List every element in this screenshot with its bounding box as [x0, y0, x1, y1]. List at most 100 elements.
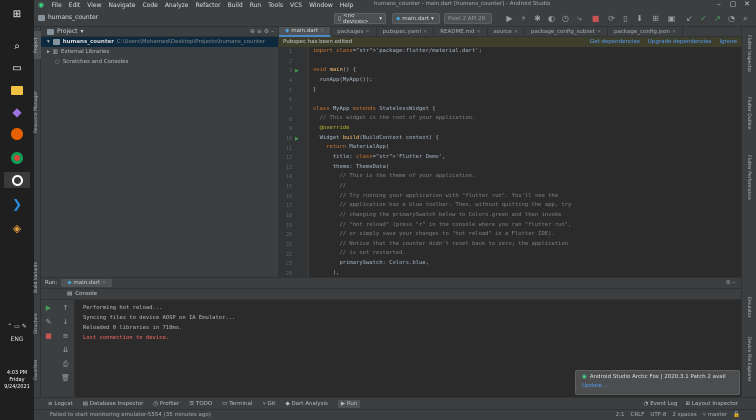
- tab-pubspec-yaml[interactable]: pubspec.yaml ✕: [377, 27, 435, 37]
- tab-readme[interactable]: README.md ✕: [434, 27, 488, 37]
- attach-debugger-icon[interactable]: ⤷: [574, 13, 585, 24]
- code-line[interactable]: class MyApp extends StatelessWidget {: [313, 105, 571, 115]
- code-line[interactable]: // or simply save your changes to "hot r…: [313, 230, 571, 240]
- status-message[interactable]: Failed to start monitoring emulator-5554…: [50, 412, 211, 418]
- rerun-icon[interactable]: ▶: [44, 304, 53, 313]
- tab-package-config-json[interactable]: package_config.json ✕: [608, 27, 684, 37]
- breadcrumb-project[interactable]: humans_counter: [48, 14, 98, 21]
- wrench-icon[interactable]: ✎: [44, 318, 53, 327]
- tool-tab-project[interactable]: Project: [34, 31, 41, 59]
- close-tab-icon[interactable]: ✕: [476, 29, 480, 35]
- tool-run[interactable]: ▶ Run: [337, 399, 361, 408]
- code-line[interactable]: title: class="str">'Flutter Demo',: [313, 153, 571, 163]
- vscode-icon[interactable]: ❯: [9, 196, 25, 212]
- profile-icon[interactable]: ◷: [560, 13, 571, 24]
- tab-source[interactable]: source ✕: [488, 27, 526, 37]
- minimize-icon[interactable]: –: [712, 0, 726, 8]
- menu-view[interactable]: View: [84, 2, 105, 9]
- tool-database-inspector[interactable]: ▤ Database Inspector: [83, 401, 144, 407]
- close-tab-icon[interactable]: ✕: [514, 29, 518, 35]
- menu-help[interactable]: Help: [336, 2, 357, 9]
- console-output[interactable]: Performing hot reload... Syncing files to…: [83, 303, 235, 343]
- close-tab-icon[interactable]: ✕: [597, 29, 601, 35]
- device-manager-icon[interactable]: ▣: [666, 13, 677, 24]
- hot-reload-icon[interactable]: ⚡: [518, 13, 529, 24]
- visual-studio-icon[interactable]: ◆: [9, 104, 25, 120]
- tool-terminal[interactable]: ▭ Terminal: [222, 401, 252, 407]
- menu-refactor[interactable]: Refactor: [192, 2, 224, 9]
- menu-edit[interactable]: Edit: [65, 2, 84, 9]
- code-line[interactable]: theme: ThemeData(: [313, 163, 571, 173]
- scroll-up-icon[interactable]: ↑: [61, 304, 70, 313]
- close-tab-icon[interactable]: ✕: [423, 29, 427, 35]
- code-line[interactable]: // This is the theme of your application…: [313, 172, 571, 182]
- tool-tab-flutter-inspector[interactable]: Flutter Inspector: [746, 35, 751, 72]
- tree-item-scratches[interactable]: ◌ Scratches and Consoles: [41, 57, 278, 67]
- android-studio-icon[interactable]: [4, 172, 30, 188]
- menu-vcs[interactable]: VCS: [287, 2, 306, 9]
- tool-tab-device-file-explorer[interactable]: Device File Explorer: [746, 337, 751, 382]
- scroll-down-icon[interactable]: ↓: [61, 318, 70, 327]
- avd-manager-icon[interactable]: ▯: [620, 13, 631, 24]
- tool-tab-favorites[interactable]: Favorites: [34, 352, 41, 387]
- code-line[interactable]: ),: [313, 269, 571, 277]
- code-line[interactable]: // changing the primarySwatch below to C…: [313, 211, 571, 221]
- menu-analyze[interactable]: Analyze: [161, 2, 192, 9]
- menu-build[interactable]: Build: [224, 2, 246, 9]
- code-line[interactable]: [313, 57, 571, 67]
- indent-setting[interactable]: 2 spaces: [672, 412, 696, 418]
- tool-event-log[interactable]: ◔ Event Log: [644, 401, 678, 407]
- code-line[interactable]: // "hot reload" (press "r" in the consol…: [313, 221, 571, 231]
- menu-tools[interactable]: Tools: [265, 2, 287, 9]
- code-line[interactable]: // is not restarted.: [313, 249, 571, 259]
- run-icon[interactable]: ▶: [504, 13, 515, 24]
- git-icon[interactable]: ◈: [9, 220, 25, 236]
- tool-dart-analysis[interactable]: ◆ Dart Analysis: [285, 401, 327, 407]
- stop-icon[interactable]: ■: [44, 332, 53, 341]
- git-branch[interactable]: ⑂ master: [703, 412, 727, 418]
- run-config-selector[interactable]: ◆ main.dart ▾: [392, 13, 440, 24]
- taskbar-clock[interactable]: 4:03 PM Friday 9/24/2021: [0, 370, 34, 391]
- code-line[interactable]: import class="str">'package:flutter/mate…: [313, 47, 571, 57]
- windows-start-icon[interactable]: ⊞: [9, 6, 25, 22]
- language-indicator[interactable]: ENG: [0, 333, 34, 346]
- console-tab[interactable]: Console: [75, 291, 97, 297]
- tray-icons[interactable]: ⌃ ▭ ✎: [0, 320, 34, 333]
- tool-layout-inspector[interactable]: ⊞ Layout Inspector: [686, 401, 738, 407]
- git-commit-icon[interactable]: ✓: [698, 13, 709, 24]
- print-icon[interactable]: ⎙: [61, 360, 70, 369]
- code-line[interactable]: @override: [313, 124, 571, 134]
- panel-settings-icon[interactable]: ⚙ –: [726, 280, 741, 286]
- close-tab-icon[interactable]: ✕: [102, 280, 106, 286]
- file-explorer-icon[interactable]: [9, 82, 25, 98]
- menu-file[interactable]: File: [48, 2, 65, 9]
- cursor-position[interactable]: 2:1: [616, 412, 625, 418]
- code-line[interactable]: runApp(MyApp());: [313, 76, 571, 86]
- chrome-icon[interactable]: [9, 150, 25, 166]
- layout-inspector-icon[interactable]: ⊞: [650, 13, 661, 24]
- close-tab-icon[interactable]: ✕: [320, 28, 324, 34]
- tool-tab-flutter-outline[interactable]: Flutter Outline: [746, 97, 751, 130]
- close-icon[interactable]: ✕: [740, 0, 754, 8]
- code-line[interactable]: // This widget is the root of your appli…: [313, 114, 571, 124]
- get-dependencies-link[interactable]: Get dependencies: [590, 39, 640, 45]
- code-line[interactable]: // Try running your application with "fl…: [313, 192, 571, 202]
- chevron-down-icon[interactable]: ▾: [81, 28, 84, 35]
- debug-icon[interactable]: ✱: [532, 13, 543, 24]
- tool-tab-build-variants[interactable]: Build Variants: [34, 257, 41, 297]
- tool-tab-structure[interactable]: Structure: [34, 309, 41, 339]
- tool-profiler[interactable]: ◷ Profiler: [153, 401, 179, 407]
- menu-run[interactable]: Run: [246, 2, 265, 9]
- search-icon[interactable]: ⌕: [9, 38, 25, 54]
- tool-tab-flutter-performance[interactable]: Flutter Performance: [746, 155, 751, 200]
- code-line[interactable]: Widget build(BuildContext context) {: [313, 134, 571, 144]
- scroll-to-end-icon[interactable]: ⇊: [61, 346, 70, 355]
- code-line[interactable]: primarySwatch: Colors.blue,: [313, 259, 571, 269]
- tool-git[interactable]: ⑂ Git: [262, 401, 275, 407]
- git-update-icon[interactable]: ↙: [684, 13, 695, 24]
- tool-tab-emulator[interactable]: Emulator: [746, 297, 751, 317]
- run-config-tab[interactable]: ◆ main.dart ✕: [61, 279, 113, 287]
- soft-wrap-icon[interactable]: ≡: [61, 332, 70, 341]
- code-line[interactable]: // application has a blue toolbar. Then,…: [313, 201, 571, 211]
- code-line[interactable]: return MaterialApp(: [313, 143, 571, 153]
